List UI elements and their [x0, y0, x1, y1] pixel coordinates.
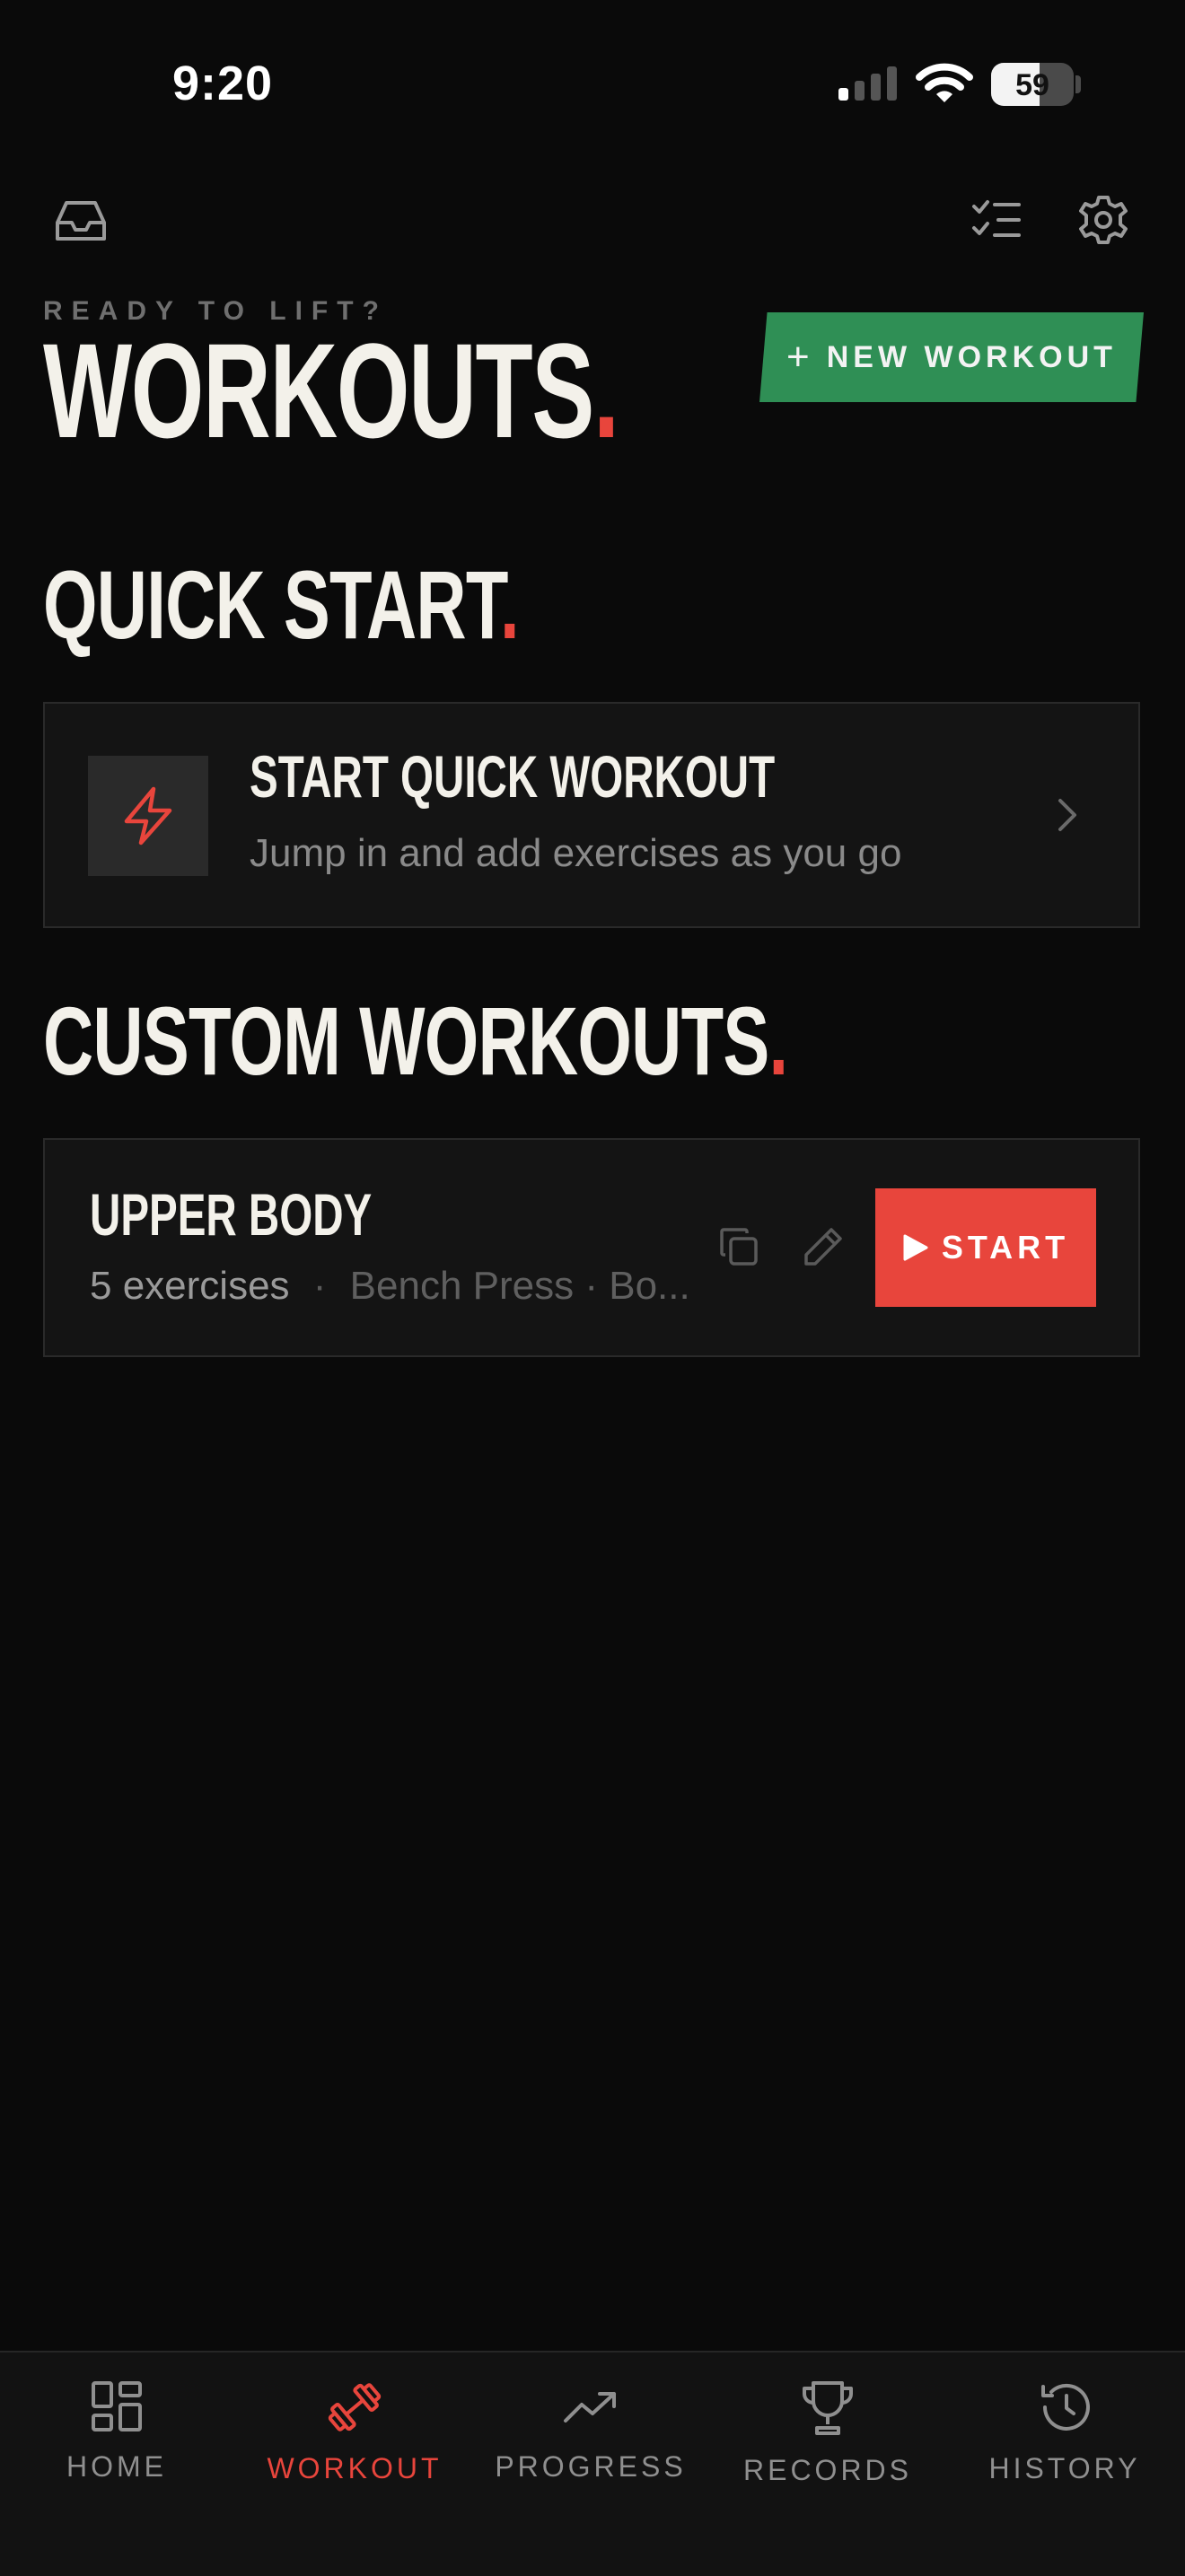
quick-start-heading: QUICK START. — [43, 550, 520, 659]
checklist-icon[interactable] — [971, 197, 1022, 242]
page-title: WORKOUTS. — [43, 315, 619, 466]
inbox-icon[interactable] — [54, 197, 108, 244]
battery-tip — [1075, 75, 1081, 93]
tab-history[interactable]: HISTORY — [966, 2379, 1163, 2485]
gear-icon[interactable] — [1077, 194, 1129, 246]
new-workout-label: NEW WORKOUT — [826, 339, 1117, 374]
tab-label: WORKOUT — [267, 2452, 443, 2484]
tab-home[interactable]: HOME — [18, 2379, 215, 2484]
grid-icon — [92, 2381, 142, 2431]
quick-workout-title: START QUICK WORKOUT — [250, 743, 776, 810]
tab-label: HISTORY — [988, 2452, 1141, 2484]
new-workout-button[interactable]: + NEW WORKOUT — [759, 312, 1144, 402]
quick-workout-icon-box — [88, 756, 208, 876]
chevron-right-icon — [1058, 799, 1076, 831]
bottom-tab-bar: HOME WORKOUT PROGRESS RECORDS HISTORY — [0, 2351, 1185, 2576]
workout-name: UPPER BODY — [90, 1181, 373, 1248]
start-workout-button[interactable]: START — [875, 1188, 1096, 1307]
battery-icon: 59 — [991, 63, 1074, 106]
tab-progress[interactable]: PROGRESS — [492, 2379, 689, 2484]
status-time: 9:20 — [172, 57, 274, 110]
start-label: START — [941, 1229, 1070, 1266]
duplicate-icon[interactable] — [718, 1226, 759, 1267]
custom-workouts-heading: CUSTOM WORKOUTS. — [43, 986, 788, 1095]
battery-percent: 59 — [1015, 68, 1049, 102]
history-icon — [1041, 2383, 1090, 2431]
tab-records[interactable]: RECORDS — [729, 2379, 926, 2487]
lightning-icon — [124, 786, 172, 846]
workout-meta: 5 exercises · Bench Press · Bo... — [90, 1264, 690, 1309]
workout-exercise-preview: Bench Press · Bo... — [349, 1264, 690, 1308]
tab-workout[interactable]: WORKOUT — [256, 2379, 453, 2485]
cellular-signal-icon — [838, 66, 897, 101]
tab-label: PROGRESS — [495, 2450, 687, 2483]
dumbbell-icon — [328, 2383, 382, 2431]
pencil-icon[interactable] — [803, 1226, 844, 1267]
trophy-icon — [803, 2381, 853, 2435]
wifi-icon — [916, 63, 973, 102]
workout-meta-separator: · — [312, 1264, 327, 1308]
plus-icon: + — [786, 335, 814, 379]
play-icon — [903, 1234, 928, 1261]
tab-label: RECORDS — [742, 2454, 912, 2486]
trend-up-icon — [564, 2392, 616, 2423]
workout-exercise-count: 5 exercises — [90, 1264, 290, 1308]
quick-workout-subtitle: Jump in and add exercises as you go — [250, 831, 902, 875]
tab-label: HOME — [66, 2450, 167, 2483]
